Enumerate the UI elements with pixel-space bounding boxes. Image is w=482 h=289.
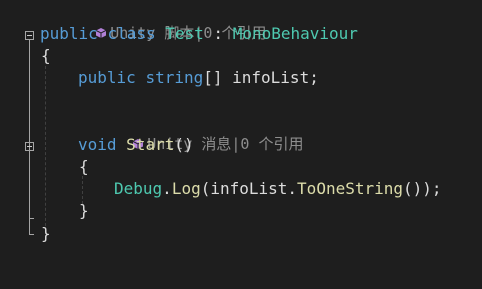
type-name: Debug [114,179,163,198]
code-text: (infoList. [200,179,298,198]
class-name: Test [165,24,204,43]
code-text: [] infoList; [203,68,319,87]
code-line: } [0,223,51,245]
brace: { [79,157,89,176]
code-lens-class[interactable]: Unity 脚本|0 个引用 [0,0,266,42]
method-name: ToOneString [297,179,404,198]
code-text: ()); [403,179,442,198]
code-line: public class Test : MonoBehaviour [0,23,358,45]
keyword: public [40,24,98,43]
code-line: { [0,45,51,67]
brace: } [79,201,89,220]
brace: { [41,46,51,65]
keyword: class [107,24,156,43]
code-line: } [0,200,89,222]
punctuation: () [174,135,194,154]
base-type: MonoBehaviour [232,24,358,43]
code-line: void Start() [0,134,194,156]
code-line: Debug.Log(infoList.ToOneString()); [0,178,442,200]
punctuation: . [162,179,172,198]
brace: } [41,224,51,243]
method-name: Log [171,179,201,198]
code-editor[interactable]: Unity 脚本|0 个引用 public class Test : MonoB… [0,0,482,247]
code-line: public string[] infoList; [0,67,319,89]
punctuation: : [203,24,233,43]
keyword: string [145,68,204,87]
code-lens-method[interactable]: Unity 消息|0 个引用 [0,111,303,153]
keyword: void [78,135,117,154]
indent-guide [45,66,46,226]
code-line: { [0,156,89,178]
method-name: Start [126,135,175,154]
keyword: public [78,68,136,87]
